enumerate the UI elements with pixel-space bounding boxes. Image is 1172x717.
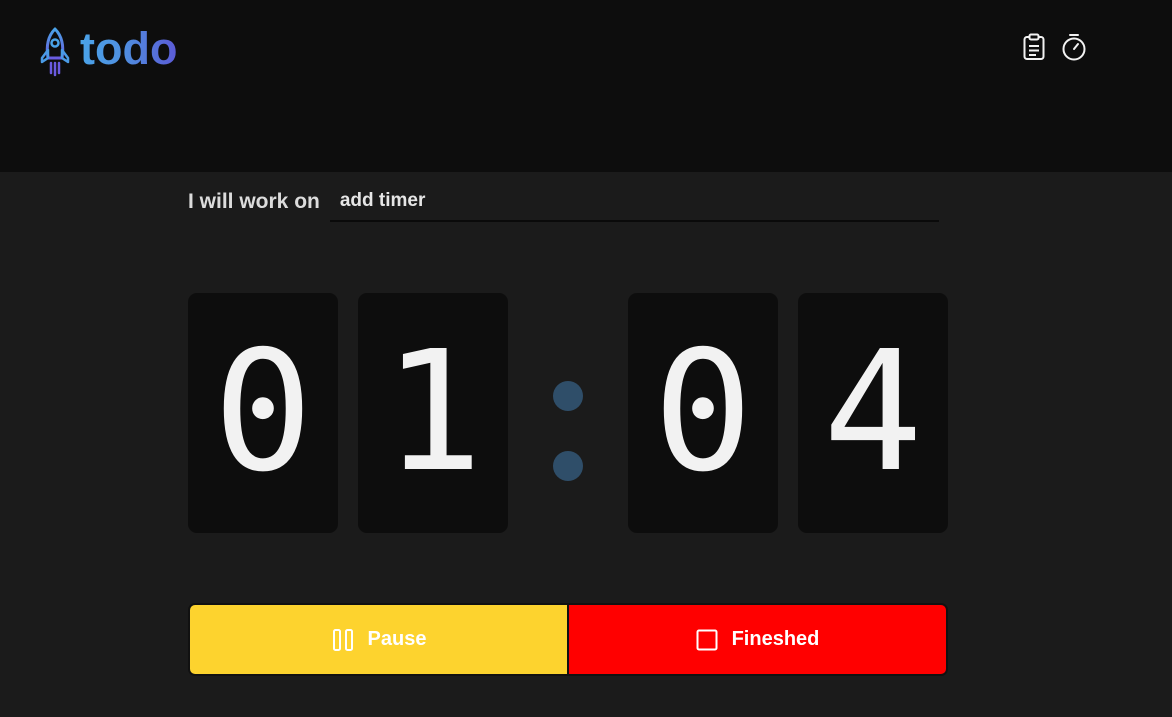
- pause-icon: [332, 628, 353, 651]
- timer-separator-dot: [553, 451, 583, 481]
- stopwatch-icon: [1062, 34, 1086, 61]
- finish-label: Fineshed: [731, 628, 820, 650]
- todo-list-button[interactable]: [1021, 33, 1047, 61]
- app-header: todo: [0, 0, 1172, 172]
- timer-digit-seconds-tens: 0: [628, 293, 778, 533]
- rocket-icon: [40, 27, 70, 77]
- timer-digit-seconds-ones: 4: [798, 293, 948, 533]
- pause-button[interactable]: Pause: [188, 603, 568, 676]
- top-nav: [1021, 33, 1087, 61]
- timer-digit-minutes-tens: 0: [188, 293, 338, 533]
- task-row: I will work on: [188, 182, 948, 222]
- finish-button[interactable]: Fineshed: [567, 603, 948, 676]
- clipboard-icon: [1023, 33, 1045, 60]
- timer-digit-minutes-ones: 1: [358, 293, 508, 533]
- timer-separator-dot: [553, 381, 583, 411]
- pause-label: Pause: [367, 628, 427, 650]
- timer-button[interactable]: [1061, 33, 1087, 61]
- logo-text: todo: [80, 23, 178, 74]
- task-input[interactable]: [329, 182, 939, 222]
- task-label: I will work on: [188, 190, 320, 213]
- app-logo[interactable]: todo: [38, 23, 178, 78]
- stop-icon: [696, 629, 718, 650]
